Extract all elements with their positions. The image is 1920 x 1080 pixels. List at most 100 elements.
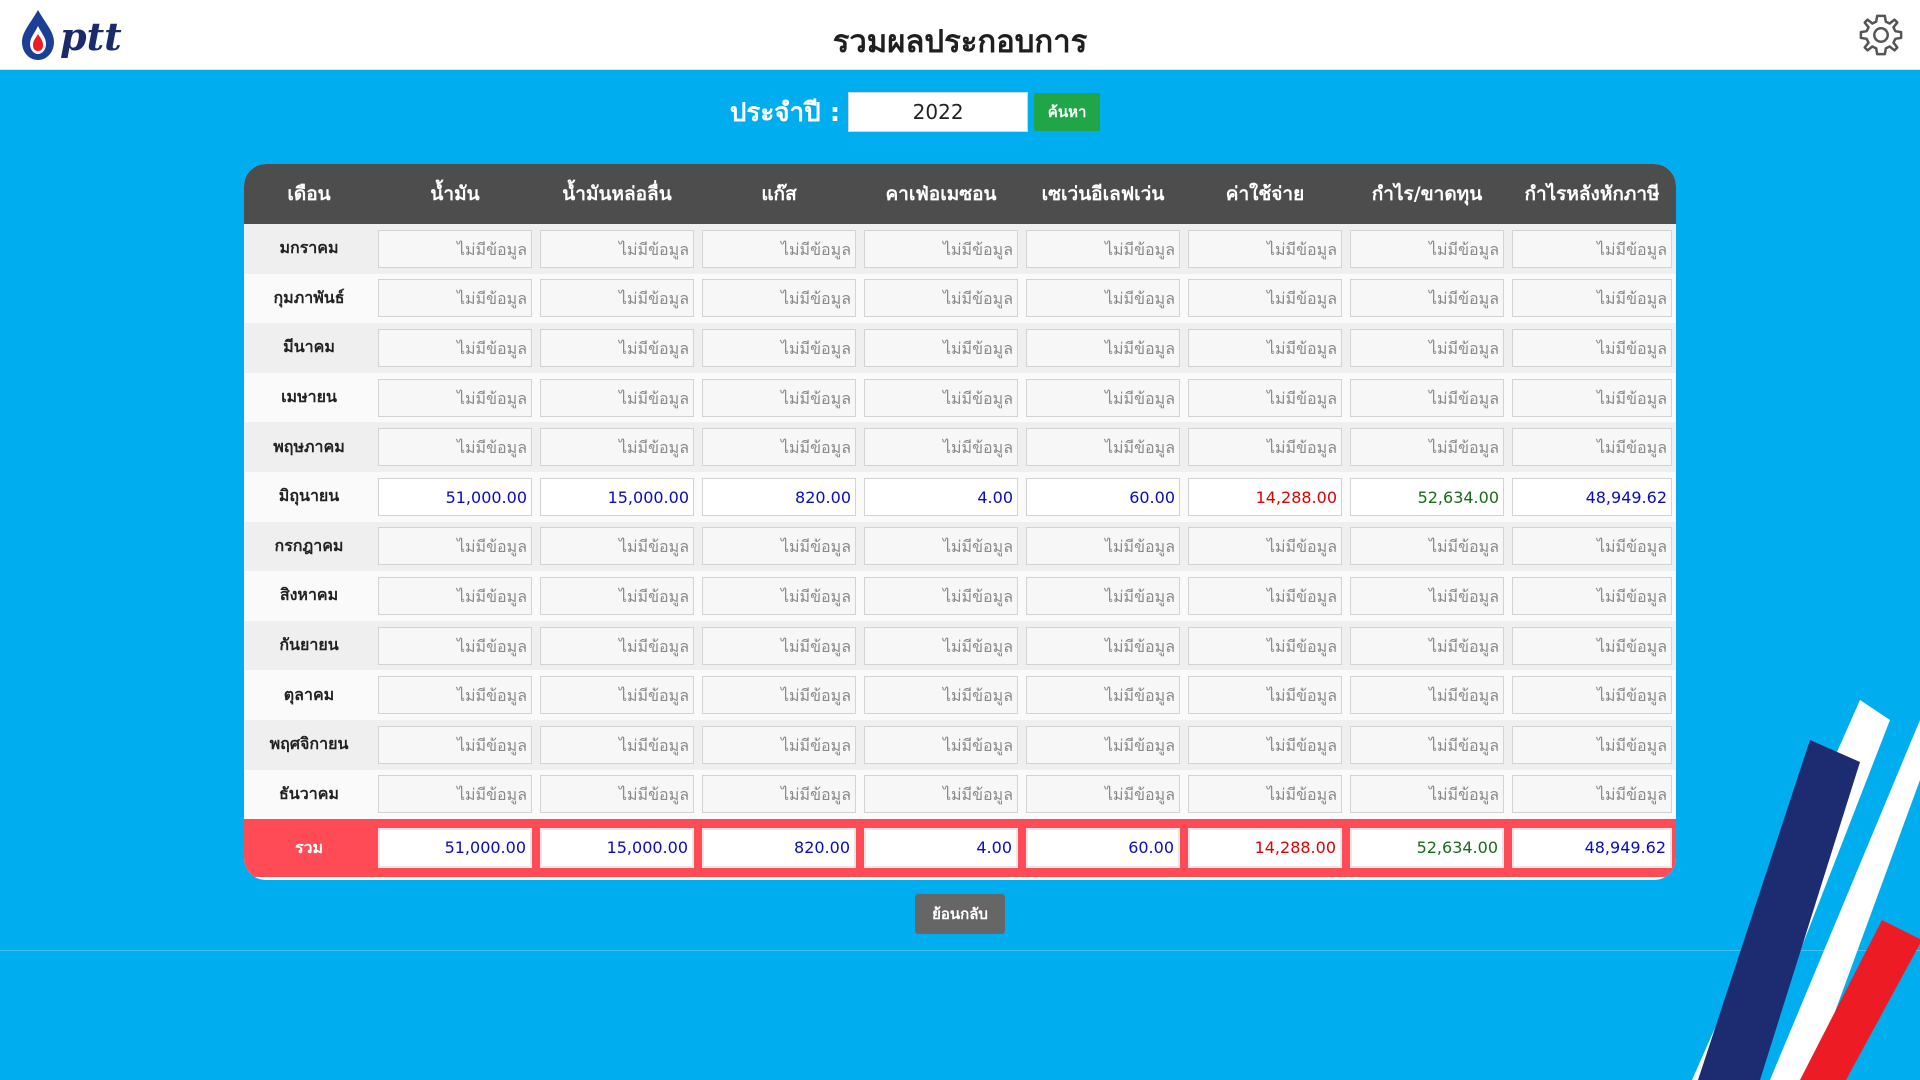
value-cell: ไม่มีข้อมูล xyxy=(860,224,1022,274)
value-cell: ไม่มีข้อมูล xyxy=(698,621,860,671)
column-header-seven-eleven: เซเว่นอีเลฟเว่น xyxy=(1022,164,1184,224)
value-cell: ไม่มีข้อมูล xyxy=(1346,422,1508,472)
value-cell: ไม่มีข้อมูล xyxy=(1184,373,1346,423)
table-row: ตุลาคม ไม่มีข้อมูล ไม่มีข้อมูล ไม่มีข้อมูลไ… xyxy=(244,670,1676,720)
value-cell: ไม่มีข้อมูล xyxy=(1346,323,1508,373)
value-cell: ไม่มีข้อมูล xyxy=(698,224,860,274)
value-cell: ไม่มีข้อมูล xyxy=(1508,621,1676,671)
value-field-gas: ไม่มีข้อมูล xyxy=(702,328,856,367)
value-field-expense: ไม่มีข้อมูล xyxy=(1188,725,1342,764)
gear-icon[interactable] xyxy=(1858,12,1904,58)
value-cell: 14,288.00 xyxy=(1184,472,1346,522)
value-cell: 4.00 xyxy=(860,472,1022,522)
value-cell: ไม่มีข้อมูล xyxy=(1184,323,1346,373)
page-title: รวมผลประกอบการ xyxy=(832,24,1088,60)
value-cell: 51,000.00 xyxy=(374,472,536,522)
value-field-lubricant: ไม่มีข้อมูล xyxy=(540,626,694,665)
value-cell: ไม่มีข้อมูล xyxy=(1346,274,1508,324)
value-cell: ไม่มีข้อมูล xyxy=(1346,571,1508,621)
value-field-oil: ไม่มีข้อมูล xyxy=(378,676,532,715)
value-field-seven-eleven: ไม่มีข้อมูล xyxy=(1026,676,1180,715)
value-field-lubricant: ไม่มีข้อมูล xyxy=(540,229,694,268)
value-field-cafe-amazon: ไม่มีข้อมูล xyxy=(864,279,1018,318)
value-field-seven-eleven: ไม่มีข้อมูล xyxy=(1026,428,1180,467)
table-row: เมษายน ไม่มีข้อมูล ไม่มีข้อมูล ไม่มีข้อมูลไ… xyxy=(244,372,1676,423)
value-field-expense: ไม่มีข้อมูล xyxy=(1188,775,1342,814)
value-cell: ไม่มีข้อมูล xyxy=(1184,670,1346,720)
value-field-lubricant: ไม่มีข้อมูล xyxy=(540,428,694,467)
value-field-expense: ไม่มีข้อมูล xyxy=(1188,626,1342,665)
value-field-oil: ไม่มีข้อมูล xyxy=(378,428,532,467)
month-label: มีนาคม xyxy=(283,337,335,357)
value-field-seven-eleven: ไม่มีข้อมูล xyxy=(1026,576,1180,615)
value-field-expense: ไม่มีข้อมูล xyxy=(1188,576,1342,615)
value-field-expense: ไม่มีข้อมูล xyxy=(1188,428,1342,467)
total-field-profit-loss: 52,634.00 xyxy=(1350,828,1504,869)
column-header-profit-loss: กำไร/ขาดทุน xyxy=(1346,164,1508,224)
back-button[interactable]: ย้อนกลับ xyxy=(915,894,1005,934)
value-field-oil: 51,000.00 xyxy=(378,477,532,516)
value-field-gas: ไม่มีข้อมูล xyxy=(702,378,856,417)
value-field-oil: ไม่มีข้อมูล xyxy=(378,626,532,665)
value-field-gas: 820.00 xyxy=(702,477,856,516)
value-cell: 60.00 xyxy=(1022,472,1184,522)
value-field-cafe-amazon: ไม่มีข้อมูล xyxy=(864,725,1018,764)
value-cell: ไม่มีข้อมูล xyxy=(374,571,536,621)
year-input[interactable] xyxy=(848,92,1029,132)
value-cell: ไม่มีข้อมูล xyxy=(536,571,698,621)
total-cell: 15,000.00 xyxy=(536,819,698,877)
value-cell: ไม่มีข้อมูล xyxy=(536,373,698,423)
table-row: มกราคม ไม่มีข้อมูล ไม่มีข้อมูล ไม่มีข้อมูลไ… xyxy=(244,224,1676,274)
value-cell: ไม่มีข้อมูล xyxy=(1184,571,1346,621)
value-field-profit-loss: ไม่มีข้อมูล xyxy=(1350,626,1504,665)
month-label: พฤศจิกายน xyxy=(269,734,349,754)
value-cell: ไม่มีข้อมูล xyxy=(860,670,1022,720)
value-cell: ไม่มีข้อมูล xyxy=(860,621,1022,671)
value-cell: ไม่มีข้อมูล xyxy=(1346,621,1508,671)
month-label: กรกฎาคม xyxy=(274,535,344,555)
total-cell: 51,000.00 xyxy=(374,819,536,877)
value-cell: ไม่มีข้อมูล xyxy=(698,770,860,820)
month-label: ธันวาคม xyxy=(279,783,339,803)
total-cell: 820.00 xyxy=(698,819,860,877)
value-cell: ไม่มีข้อมูล xyxy=(1346,770,1508,820)
value-cell: ไม่มีข้อมูล xyxy=(1022,522,1184,572)
value-field-lubricant: ไม่มีข้อมูล xyxy=(540,725,694,764)
value-cell: ไม่มีข้อมูล xyxy=(1184,720,1346,770)
column-header-expense: ค่าใช้จ่าย xyxy=(1184,164,1346,224)
value-field-lubricant: ไม่มีข้อมูล xyxy=(540,775,694,814)
value-field-profit-loss: ไม่มีข้อมูล xyxy=(1350,279,1504,318)
value-field-profit-after-tax: ไม่มีข้อมูล xyxy=(1512,527,1672,566)
value-cell: ไม่มีข้อมูล xyxy=(374,670,536,720)
total-field-lubricant: 15,000.00 xyxy=(540,828,694,869)
value-cell: ไม่มีข้อมูล xyxy=(1184,422,1346,472)
value-field-cafe-amazon: ไม่มีข้อมูล xyxy=(864,626,1018,665)
value-field-profit-loss: ไม่มีข้อมูล xyxy=(1350,527,1504,566)
column-header-cafe-amazon: คาเฟ่อเมซอน xyxy=(860,164,1022,224)
value-cell: ไม่มีข้อมูล xyxy=(1022,323,1184,373)
total-field-seven-eleven: 60.00 xyxy=(1026,828,1180,869)
value-field-profit-loss: ไม่มีข้อมูล xyxy=(1350,378,1504,417)
value-field-oil: ไม่มีข้อมูล xyxy=(378,527,532,566)
value-field-oil: ไม่มีข้อมูล xyxy=(378,378,532,417)
value-cell: ไม่มีข้อมูล xyxy=(536,720,698,770)
value-field-gas: ไม่มีข้อมูล xyxy=(702,527,856,566)
value-field-cafe-amazon: ไม่มีข้อมูล xyxy=(864,378,1018,417)
value-cell: ไม่มีข้อมูล xyxy=(698,571,860,621)
value-cell: ไม่มีข้อมูล xyxy=(860,770,1022,820)
value-cell: ไม่มีข้อมูล xyxy=(374,422,536,472)
table-row: พฤศจิกายน ไม่มีข้อมูล ไม่มีข้อมูล ไม่มีข้อม… xyxy=(244,719,1676,770)
value-field-oil: ไม่มีข้อมูล xyxy=(378,576,532,615)
search-button[interactable]: ค้นหา xyxy=(1034,93,1101,131)
value-field-seven-eleven: ไม่มีข้อมูล xyxy=(1026,378,1180,417)
value-cell: ไม่มีข้อมูล xyxy=(536,224,698,274)
value-field-seven-eleven: 60.00 xyxy=(1026,477,1180,516)
value-field-lubricant: ไม่มีข้อมูล xyxy=(540,576,694,615)
value-field-seven-eleven: ไม่มีข้อมูล xyxy=(1026,626,1180,665)
month-label: ตุลาคม xyxy=(283,684,335,704)
value-cell: ไม่มีข้อมูล xyxy=(536,621,698,671)
value-field-expense: ไม่มีข้อมูล xyxy=(1188,378,1342,417)
value-cell: ไม่มีข้อมูล xyxy=(1022,720,1184,770)
value-cell: ไม่มีข้อมูล xyxy=(1346,720,1508,770)
value-cell: 52,634.00 xyxy=(1346,472,1508,522)
